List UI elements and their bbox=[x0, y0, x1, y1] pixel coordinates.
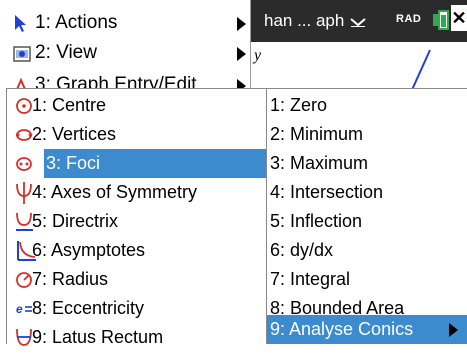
submenu-arrow-icon bbox=[237, 17, 246, 31]
conics-item-radius[interactable]: 7: Radius bbox=[7, 265, 266, 294]
conics-item-foci[interactable]: 3: Foci bbox=[7, 149, 266, 178]
analyze-item-maximum[interactable]: 3: Maximum bbox=[266, 149, 467, 178]
chevron-down-icon[interactable] bbox=[350, 12, 366, 32]
conics-item-eccentricity[interactable]: e 8: Eccentricity bbox=[7, 294, 266, 323]
conics-item-directrix[interactable]: 5: Directrix bbox=[7, 207, 266, 236]
angle-mode-indicator: RAD bbox=[396, 13, 422, 25]
main-menu-item-view[interactable]: 2: View bbox=[0, 38, 250, 68]
analyze-graph-menu: 1: Zero 2: Minimum 3: Maximum 4: Interse… bbox=[265, 88, 467, 344]
graph-entry-icon bbox=[13, 76, 33, 88]
analyze-item-minimum[interactable]: 2: Minimum bbox=[266, 120, 467, 149]
submenu-arrow-icon bbox=[237, 79, 246, 88]
conics-item-centre[interactable]: 1: Centre bbox=[7, 91, 266, 120]
document-title[interactable]: han ... aph bbox=[264, 11, 366, 32]
cursor-arrow-icon bbox=[13, 14, 33, 34]
foci-icon bbox=[16, 153, 38, 175]
analyse-conics-menu: 1: Centre 2: Vertices 3: Foci 4: Axes of… bbox=[6, 88, 267, 347]
conics-item-vertices[interactable]: 2: Vertices bbox=[7, 120, 266, 149]
svg-text:e: e bbox=[16, 302, 23, 316]
analyze-item-analyse-conics[interactable]: 9: Analyse Conics bbox=[266, 315, 467, 344]
analyze-item-inflection[interactable]: 5: Inflection bbox=[266, 207, 467, 236]
main-menu-item-actions[interactable]: 1: Actions bbox=[0, 8, 250, 38]
submenu-arrow-icon bbox=[237, 47, 246, 61]
analyze-item-dydx[interactable]: 6: dy/dx bbox=[266, 236, 467, 265]
document-titlebar: han ... aph RAD ✕ bbox=[250, 0, 467, 42]
main-menu-item-graph-entry[interactable]: 3: Graph Entry/Edit bbox=[0, 70, 250, 88]
close-icon[interactable]: ✕ bbox=[451, 5, 467, 31]
svg-text:y: y bbox=[252, 47, 262, 64]
analyze-item-zero[interactable]: 1: Zero bbox=[266, 91, 467, 120]
view-icon bbox=[13, 44, 33, 64]
conics-item-latus-rectum[interactable]: 9: Latus Rectum bbox=[7, 323, 266, 352]
battery-icon bbox=[433, 10, 451, 30]
conics-item-axes-of-symmetry[interactable]: 4: Axes of Symmetry bbox=[7, 178, 266, 207]
document-title-text: han ... aph bbox=[264, 11, 345, 30]
conics-item-asymptotes[interactable]: 6: Asymptotes bbox=[7, 236, 266, 265]
analyze-item-integral[interactable]: 7: Integral bbox=[266, 265, 467, 294]
submenu-arrow-icon bbox=[449, 323, 458, 337]
analyze-item-intersection[interactable]: 4: Intersection bbox=[266, 178, 467, 207]
